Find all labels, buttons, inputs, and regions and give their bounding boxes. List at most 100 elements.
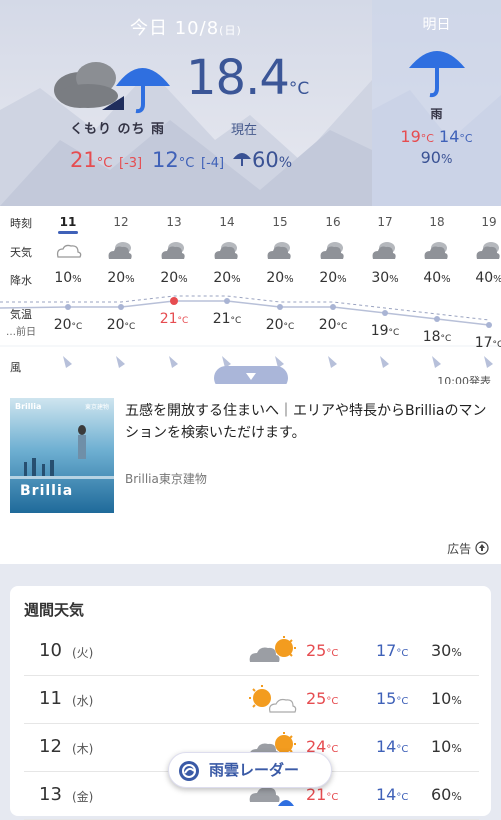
temp-point: [224, 298, 230, 304]
hour-temp: 17°C: [474, 335, 501, 351]
hour-label: 17: [377, 215, 393, 229]
cloudy-icon: [424, 242, 448, 259]
cloudy-icon: [267, 242, 291, 259]
week-high: 25°C: [306, 689, 339, 708]
cloud-then-umbrella-icon: [54, 62, 170, 114]
hour-pop: 20%: [266, 270, 294, 286]
hour-pop: 20%: [213, 270, 241, 286]
hour-pop: 30%: [371, 270, 399, 286]
today-weather-desc: くもり のち 雨: [70, 122, 166, 137]
rain-radar-button[interactable]: 雨雲レーダー: [168, 752, 332, 788]
current-label: 現在: [231, 123, 258, 138]
wind-arrow-icon: [380, 356, 389, 368]
wind-arrow-icon: [169, 356, 178, 368]
expand-hourly-button[interactable]: [214, 366, 288, 384]
hour-temp: 19°C: [370, 323, 400, 339]
week-day: 11: [39, 688, 62, 709]
temp-point: [434, 316, 440, 322]
rain-radar-label: 雨雲レーダー: [209, 761, 300, 779]
today-section[interactable]: 今日 10/8(日) くもり のち 雨 18.4°C 現在 21°C [-3] …: [0, 0, 372, 206]
week-high: 25°C: [306, 641, 339, 660]
cloud-icon: [56, 244, 82, 258]
small-umbrella-icon: [233, 153, 251, 166]
hour-pop: 20%: [107, 270, 135, 286]
radar-icon: [179, 761, 199, 781]
week-day: 13: [39, 784, 62, 805]
temp-point: [486, 322, 492, 328]
hour-label: 19: [481, 215, 497, 229]
week-day: 12: [39, 736, 62, 757]
weekly-row[interactable]: 10 (火) 25°C 17°C 30%: [24, 628, 479, 676]
temp-point: [118, 304, 124, 310]
hour-pop: 40%: [423, 270, 451, 286]
hour-pop: 10%: [54, 270, 82, 286]
week-pop: 30%: [431, 641, 462, 660]
tomorrow-section[interactable]: 明日 雨 19°C 14°C 90%: [372, 0, 501, 206]
ad-text-link[interactable]: 五感を開放する住まいへ｜エリアや特長からBrilliaのマンションを検索いただけ…: [125, 400, 491, 444]
week-pop: 10%: [431, 737, 462, 756]
hour-label: 11: [48, 215, 88, 234]
hour-label: 13: [166, 215, 182, 229]
week-dow: (火): [72, 646, 94, 660]
week-dow: (金): [72, 790, 94, 804]
hour-label: 18: [429, 215, 445, 229]
cloudy-icon: [108, 242, 132, 259]
week-day: 10: [39, 640, 62, 661]
today-date: 今日 10/8(日): [130, 18, 242, 39]
cloud-sun-icon: [249, 636, 296, 662]
hour-label: 15: [272, 215, 288, 229]
cloudy-icon: [372, 242, 396, 259]
temp-point: [65, 304, 71, 310]
week-low: 14°C: [376, 785, 409, 804]
hour-pop: 20%: [319, 270, 347, 286]
wind-arrow-icon: [63, 356, 72, 368]
ad-info-icon: [475, 541, 489, 555]
tomorrow-rain-chance: 90%: [420, 148, 453, 167]
tomorrow-weather-desc: 雨: [430, 107, 443, 121]
cloudy-icon: [161, 242, 185, 259]
weekly-title: 週間天気: [24, 601, 85, 619]
tomorrow-title: 明日: [422, 17, 451, 33]
tomorrow-temps: 19°C 14°C: [400, 127, 473, 146]
today-rain-chance: 60%: [232, 148, 292, 172]
hour-pop: 20%: [160, 270, 188, 286]
week-dow: (木): [72, 742, 94, 756]
ad-image[interactable]: Brillia 東京建物 Brillia: [10, 398, 114, 513]
wind-arrow-icon: [484, 356, 493, 368]
sun-cloud-icon: [249, 685, 297, 713]
week-low: 17°C: [376, 641, 409, 660]
cloudy-icon: [320, 242, 344, 259]
week-low: 14°C: [376, 737, 409, 756]
hour-label: 16: [325, 215, 341, 229]
issued-time: 10:00発表: [437, 375, 491, 384]
cloudy-icon: [214, 242, 238, 259]
today-high: 21°C [-3]: [70, 148, 143, 172]
week-pop: 60%: [431, 785, 462, 804]
hour-temp: 20°C: [265, 317, 295, 333]
week-low: 15°C: [376, 689, 409, 708]
chevron-down-icon: [246, 373, 256, 380]
ad-label[interactable]: 広告: [447, 540, 489, 557]
wind-arrow-icon: [328, 356, 337, 368]
week-dow: (水): [72, 694, 94, 708]
hour-temp: 20°C: [106, 317, 136, 333]
hour-label: 12: [113, 215, 129, 229]
hourly-forecast[interactable]: 時刻 天気 降水 気温 …前日 風 10:00発表 11 10% 20°C 12 20%…: [0, 206, 501, 384]
hour-pop: 40%: [475, 270, 501, 286]
umbrella-icon: [409, 51, 465, 98]
ad-image-logo: Brillia: [20, 483, 74, 499]
ad-banner[interactable]: Brillia 東京建物 Brillia 五感を開放する住まいへ｜エリアや特長か…: [0, 384, 501, 564]
hour-temp: 20°C: [53, 317, 83, 333]
wind-arrow-icon: [432, 356, 441, 368]
temp-point: [170, 297, 178, 305]
hour-label: 14: [219, 215, 235, 229]
temp-point: [382, 310, 388, 316]
current-temp: 18.4°C: [186, 50, 310, 106]
cloudy-icon: [476, 242, 500, 259]
hour-temp: 21°C: [212, 311, 242, 327]
today-tomorrow-panel: 今日 10/8(日) くもり のち 雨 18.4°C 現在 21°C [-3] …: [0, 0, 501, 206]
today-low: 12°C [-4]: [152, 148, 225, 172]
temp-point: [330, 304, 336, 310]
weekly-row[interactable]: 11 (水) 25°C 15°C 10%: [24, 676, 479, 724]
hour-temp: 20°C: [318, 317, 348, 333]
